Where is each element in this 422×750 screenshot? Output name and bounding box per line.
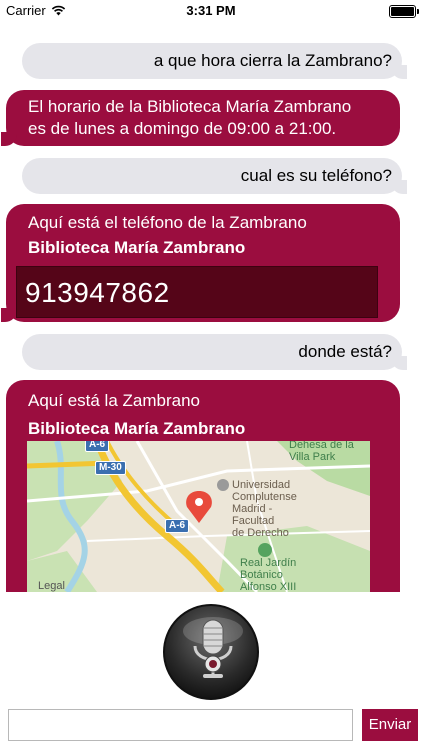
user-message: cual es su teléfono?: [22, 158, 407, 194]
map-legal-link[interactable]: Legal: [38, 580, 65, 592]
battery-icon: [389, 5, 419, 18]
status-bar: Carrier 3:31 PM: [0, 0, 422, 22]
phone-number-box[interactable]: 913947862: [16, 266, 378, 318]
bot-message-intro: Aquí está el teléfono de la Zambrano: [28, 213, 307, 232]
user-message: donde está?: [22, 334, 407, 370]
user-message-text: a que hora cierra la Zambrano?: [153, 51, 392, 70]
location-map[interactable]: Dehesa de la Villa Park Universidad Complu…: [27, 441, 370, 592]
clock: 3:31 PM: [186, 3, 236, 18]
send-button[interactable]: Enviar: [362, 709, 418, 741]
map-label-park: Dehesa de la Villa Park: [289, 441, 354, 463]
chat-area[interactable]: a que hora cierra la Zambrano? El horari…: [0, 0, 422, 592]
user-message-text: cual es su teléfono?: [240, 166, 392, 185]
road-shield-m30: M-30: [95, 461, 126, 475]
microphone-icon: [183, 617, 243, 678]
bot-message-line: El horario de la Biblioteca María Zambra…: [28, 97, 352, 116]
map-label-university: Universidad Complutense Madrid - Facultad de…: [232, 479, 297, 539]
user-message: a que hora cierra la Zambrano?: [22, 43, 407, 79]
message-input[interactable]: [8, 709, 353, 741]
phone-number[interactable]: 913947862: [25, 278, 170, 308]
user-message-text: donde está?: [298, 342, 392, 361]
battery-level: [391, 7, 414, 16]
bot-message: El horario de la Biblioteca María Zambra…: [1, 90, 400, 146]
bot-message-intro: Aquí está la Zambrano: [28, 391, 200, 410]
microphone-button[interactable]: [163, 604, 259, 700]
library-name: Biblioteca María Zambrano: [28, 419, 246, 438]
map-label-garden: Real Jardín Botánico Alfonso XIII: [240, 557, 297, 592]
composer-bar: Enviar: [0, 700, 422, 750]
bot-message-line: es de lunes a domingo de 09:00 a 21:00.: [28, 119, 337, 138]
voice-input-area: [0, 592, 422, 700]
road-shield-a6: A-6: [165, 519, 190, 533]
map-graphics: [27, 441, 370, 592]
library-name: Biblioteca María Zambrano: [28, 238, 246, 257]
road-shield-a6: A-6: [85, 441, 110, 452]
